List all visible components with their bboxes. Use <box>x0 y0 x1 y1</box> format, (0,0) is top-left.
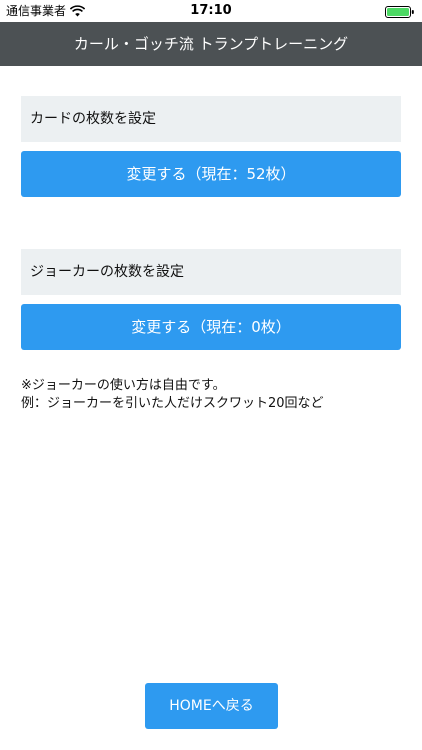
page-title: カール・ゴッチ流 トランプトレーニング <box>73 35 349 53</box>
change-joker-count-button[interactable]: 変更する（現在：0枚） <box>21 304 401 350</box>
app-screen: 通信事業者 17:10 カール・ゴッチ流 トランプトレーニング カードの枚数を設… <box>0 0 422 750</box>
home-button[interactable]: HOMEへ戻る <box>145 683 278 729</box>
navigation-bar: カール・ゴッチ流 トランプトレーニング <box>0 22 422 66</box>
joker-count-label: ジョーカーの枚数を設定 <box>21 249 401 295</box>
card-count-label: カードの枚数を設定 <box>21 96 401 142</box>
status-time: 17:10 <box>190 3 232 18</box>
status-bar: 通信事業者 17:10 <box>0 0 422 22</box>
battery-full-icon <box>385 6 414 18</box>
joker-note-line-2: 例：ジョーカーを引いた人だけスクワット20回など <box>21 396 324 411</box>
change-card-count-button[interactable]: 変更する（現在：52枚） <box>21 151 401 197</box>
joker-note: ※ジョーカーの使い方は自由です。 例：ジョーカーを引いた人だけスクワット20回な… <box>21 377 411 413</box>
joker-note-line-1: ※ジョーカーの使い方は自由です。 <box>21 378 226 393</box>
